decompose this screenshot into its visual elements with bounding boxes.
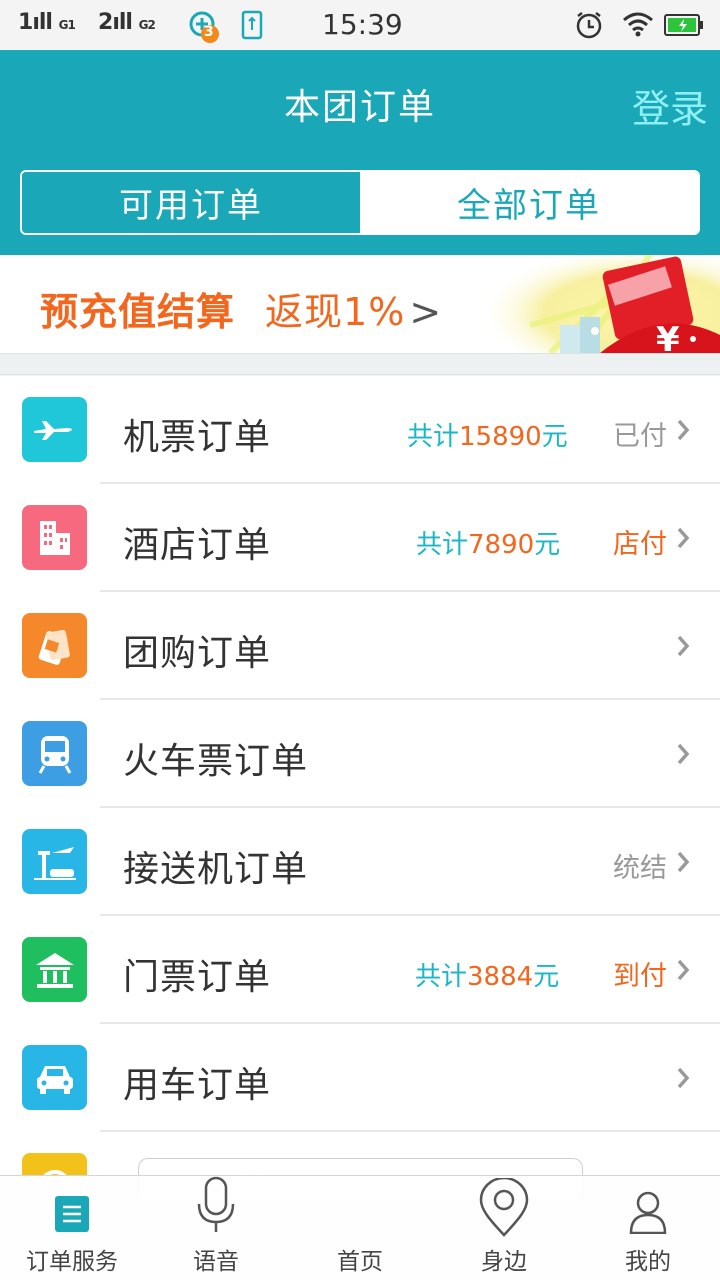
order-label: 酒店订单	[123, 525, 272, 566]
total-prefix: 共计	[407, 422, 460, 452]
page-title: 本团订单	[283, 87, 436, 128]
notification-count: 3	[204, 24, 214, 40]
microphone-icon	[196, 1176, 236, 1240]
coupon-icon	[22, 613, 87, 678]
tab-nearby[interactable]: 身边	[432, 1176, 576, 1280]
total-amount: 15890	[459, 422, 542, 452]
tab-label: 订单服务	[26, 1249, 118, 1275]
promo-text: 预充值结算 返现1% >	[40, 281, 442, 336]
sim2-signal-icon: 2ıll G2	[98, 10, 156, 35]
usb-icon	[240, 10, 264, 44]
train-icon	[22, 721, 87, 786]
order-list-icon	[55, 1196, 89, 1236]
alarm-icon	[574, 10, 604, 44]
order-filter-segmented-control: 可用订单 全部订单	[20, 170, 700, 235]
sim1-network: G1	[58, 18, 76, 32]
order-total: 共计7890元	[416, 524, 560, 561]
total-prefix: 共计	[415, 962, 468, 992]
location-pin-icon	[478, 1176, 530, 1242]
wifi-icon	[622, 10, 654, 42]
order-total: 共计3884元	[415, 956, 559, 993]
list-item-admission-ticket-orders[interactable]: 门票订单 共计3884元 到付	[0, 916, 720, 1024]
total-prefix: 共计	[416, 530, 469, 560]
chevron-right-icon	[676, 526, 690, 554]
list-item-group-buy-orders[interactable]: 团购订单	[0, 592, 720, 700]
car-icon	[22, 1045, 87, 1110]
battery-icon	[664, 14, 704, 40]
list-item-flight-orders[interactable]: 机票订单 共计15890元 已付	[0, 376, 720, 484]
tab-label: 首页	[337, 1249, 383, 1275]
total-unit: 元	[541, 422, 568, 452]
user-icon	[629, 1190, 667, 1238]
nearby-icon	[22, 1153, 87, 1176]
red-envelope-illustration: ¥	[490, 255, 720, 353]
tab-label: 我的	[625, 1249, 671, 1275]
payment-status: 已付	[613, 421, 667, 452]
total-unit: 元	[534, 530, 561, 560]
notification-icon: 3	[188, 10, 222, 48]
order-label: 火车票订单	[123, 741, 309, 782]
airplane-icon	[22, 397, 87, 462]
tab-order-service[interactable]: 订单服务	[0, 1176, 144, 1280]
chevron-right-icon	[676, 418, 690, 446]
tab-voice[interactable]: 语音	[144, 1176, 288, 1280]
airport-transfer-icon	[22, 829, 87, 894]
ticket-building-icon	[22, 937, 87, 1002]
tab-home[interactable]: 首页	[288, 1176, 432, 1280]
payment-status: 店付	[613, 529, 667, 560]
payment-status: 统结	[613, 853, 667, 884]
clock-time: 15:39	[322, 8, 403, 41]
chevron-right-icon	[676, 958, 690, 986]
hotel-icon	[22, 505, 87, 570]
login-button[interactable]: 登录	[632, 78, 708, 133]
promo-cashback: 返现1%	[265, 290, 406, 334]
bottom-tab-bar: 订单服务 语音 首页 身边 我的	[0, 1175, 720, 1280]
tab-mine[interactable]: 我的	[576, 1176, 720, 1280]
order-list: 机票订单 共计15890元 已付 酒店订单 共计7890元 店付 团购订单 火车…	[0, 376, 720, 1176]
payment-status: 到付	[613, 961, 667, 992]
tab-label: 语音	[193, 1249, 239, 1275]
order-label: 接送机订单	[123, 849, 309, 890]
list-item-car-orders[interactable]: 用车订单	[0, 1024, 720, 1132]
section-divider	[0, 353, 720, 375]
status-bar: 1ıll G1 2ıll G2 3 15:39	[0, 0, 720, 50]
promo-title: 预充值结算	[40, 290, 236, 334]
sim1-number: 1	[18, 10, 33, 35]
chevron-right-icon	[676, 850, 690, 878]
chevron-right-icon	[676, 634, 690, 662]
svg-text:¥: ¥	[656, 320, 680, 353]
tab-all-orders[interactable]: 全部订单	[360, 172, 698, 233]
order-label: 门票订单	[123, 957, 272, 998]
tab-label: 身边	[481, 1249, 527, 1275]
total-unit: 元	[533, 962, 560, 992]
tab-available-orders[interactable]: 可用订单	[22, 172, 360, 233]
order-label: 机票订单	[123, 417, 272, 458]
sim2-number: 2	[98, 10, 113, 35]
sim1-signal-icon: 1ıll G1	[18, 10, 76, 35]
total-amount: 7890	[468, 530, 535, 560]
promo-banner[interactable]: 预充值结算 返现1% > ¥	[0, 255, 720, 353]
promo-arrow: >	[409, 290, 443, 334]
header: 本团订单 登录 可用订单 全部订单	[0, 50, 720, 255]
chevron-right-icon	[676, 742, 690, 770]
sim2-network: G2	[138, 18, 156, 32]
order-label: 用车订单	[123, 1065, 272, 1106]
list-item-train-orders[interactable]: 火车票订单	[0, 700, 720, 808]
order-label: 团购订单	[123, 633, 272, 674]
list-item-hotel-orders[interactable]: 酒店订单 共计7890元 店付	[0, 484, 720, 592]
chevron-right-icon	[676, 1066, 690, 1094]
total-amount: 3884	[467, 962, 534, 992]
order-total: 共计15890元	[407, 416, 568, 453]
list-item-airport-transfer-orders[interactable]: 接送机订单 统结	[0, 808, 720, 916]
